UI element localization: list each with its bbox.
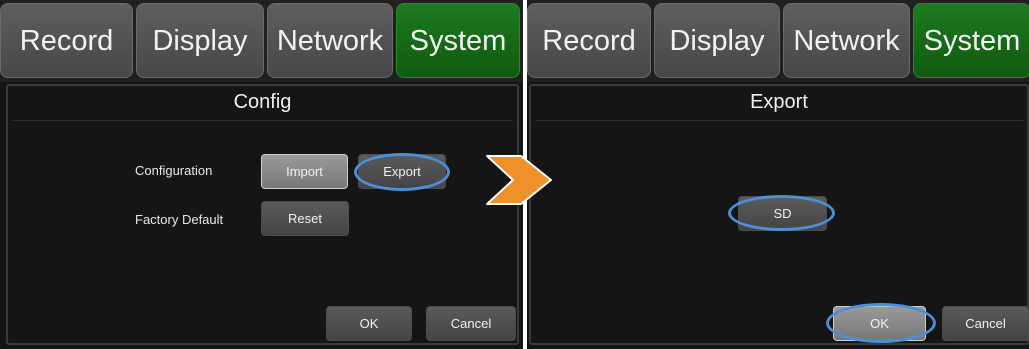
tab-display[interactable]: Display [136,3,264,78]
tab-bar: Record Display Network System [0,0,523,82]
cancel-button[interactable]: Cancel [942,306,1029,341]
tab-display[interactable]: Display [654,3,780,78]
tab-network[interactable]: Network [267,3,393,78]
tab-system[interactable]: System [913,3,1029,78]
ok-button[interactable]: OK [833,306,926,341]
factory-default-label: Factory Default [135,212,224,227]
tab-record[interactable]: Record [527,3,651,78]
tab-system[interactable]: System [396,3,520,78]
import-button[interactable]: Import [261,154,348,189]
title-divider [12,120,513,121]
export-button[interactable]: Export [358,154,446,189]
panel-title: Config [233,91,292,113]
right-arrow-icon [486,155,552,205]
ok-button[interactable]: OK [326,306,412,341]
title-divider [535,120,1023,121]
cancel-button[interactable]: Cancel [426,306,516,341]
tab-bar: Record Display Network System [527,0,1029,82]
tab-record[interactable]: Record [0,3,133,78]
panel-title: Export [750,91,808,113]
sd-button[interactable]: SD [738,196,827,231]
config-screen: Record Display Network System Config Con… [0,0,523,349]
reset-button[interactable]: Reset [261,201,349,236]
export-screen: Record Display Network System Export SD … [527,0,1029,349]
configuration-label: Configuration [135,163,213,178]
tab-network[interactable]: Network [783,3,910,78]
